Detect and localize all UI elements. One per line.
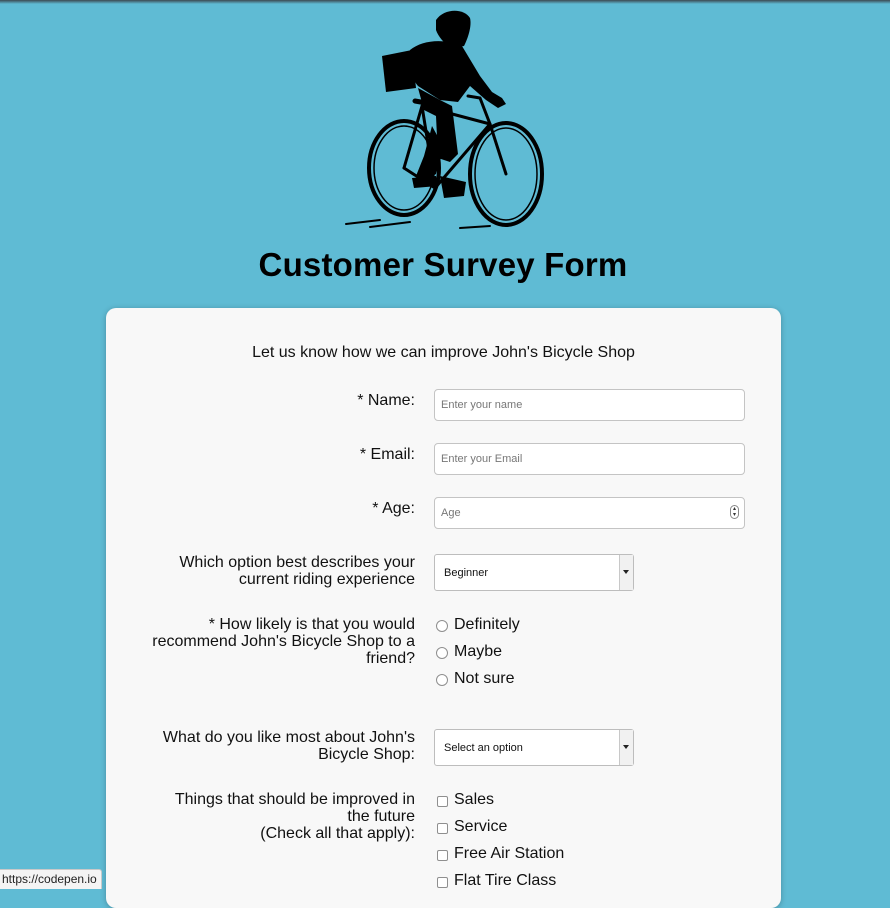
recommend-label: * How likely is that you would recommend… [152,616,415,667]
age-input[interactable] [434,497,745,529]
email-input[interactable] [434,443,745,475]
radio-label: Maybe [454,643,503,660]
like-most-label-line: Bicycle Shop: [318,746,415,763]
recommend-label-line: recommend John's Bicycle Shop to a [152,633,415,650]
name-label: * Name: [357,392,415,409]
chevron-down-icon [619,730,633,765]
form-description: Let us know how we can improve John's Bi… [252,344,635,361]
age-stepper[interactable]: ▴ ▾ [730,505,739,519]
checkbox-label: Free Air Station [454,845,565,862]
experience-label-line: current riding experience [238,571,415,588]
age-label: * Age: [372,500,415,517]
experience-label: Which option best describes your current… [179,554,415,588]
improve-label-line: the future [347,808,415,825]
improve-label: Things that should be improved in the fu… [175,791,415,842]
chevron-down-icon [619,555,633,590]
page-title: Customer Survey Form [258,246,628,283]
radio-label: Definitely [454,616,520,633]
experience-label-line: Which option best describes your [179,554,415,571]
radio-label: Not sure [454,670,515,687]
like-most-select-value: Select an option [444,742,523,754]
survey-form: Let us know how we can improve John's Bi… [106,308,781,908]
like-most-label: What do you like most about John's Bicyc… [163,729,415,763]
radio-button[interactable] [436,647,448,659]
name-input[interactable] [434,389,745,421]
checkbox-label: Flat Tire Class [454,872,557,889]
recommend-label-line: friend? [366,650,415,667]
checkbox[interactable] [437,823,448,834]
improve-label-line: Things that should be improved in [174,791,415,808]
radio-button[interactable] [436,674,448,686]
checkbox-label: Service [454,818,508,835]
status-bar-url: https://codepen.io [0,869,102,889]
experience-select[interactable]: Beginner [434,554,634,591]
experience-select-value: Beginner [444,567,489,579]
like-most-label-line: What do you like most about John's [162,729,415,746]
checkbox-label: Sales [454,791,495,808]
checkbox[interactable] [437,850,448,861]
radio-button[interactable] [436,620,448,632]
email-label: * Email: [359,446,415,463]
recommend-label-line: * How likely is that you would [208,616,415,633]
age-field: ▴▾ [434,497,745,529]
checkbox[interactable] [437,796,448,807]
window-top-edge [0,0,890,4]
checkbox[interactable] [437,877,448,888]
improve-label-line: (Check all that apply): [260,825,415,842]
cyclist-icon [345,10,544,229]
like-most-select[interactable]: Select an option [434,729,634,766]
